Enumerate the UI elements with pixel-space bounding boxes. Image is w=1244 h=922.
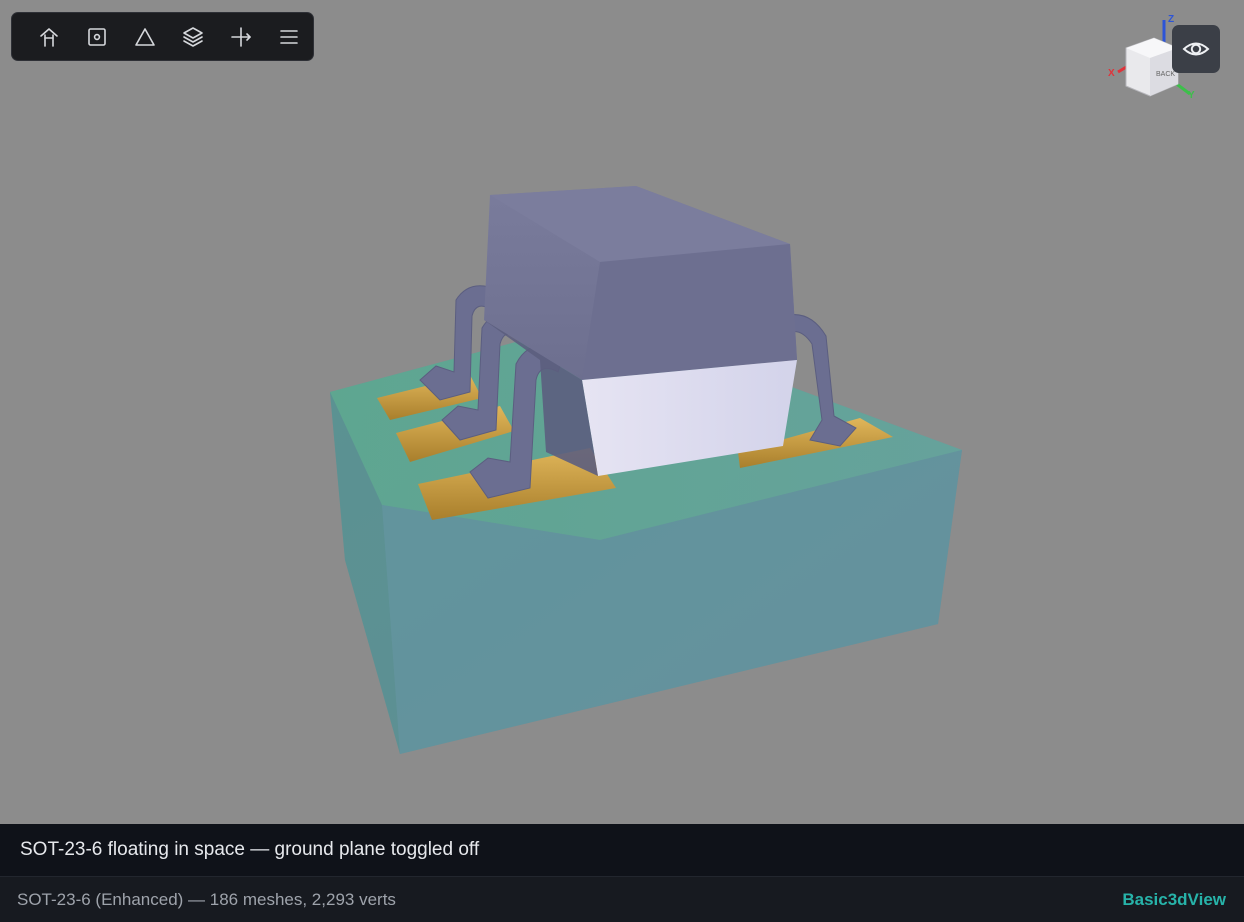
axes-button[interactable] bbox=[217, 15, 265, 59]
model-info: SOT-23-6 (Enhanced) — 186 meshes, 2,293 … bbox=[17, 889, 396, 909]
layers-icon bbox=[183, 26, 203, 47]
square-view-icon bbox=[88, 27, 106, 46]
status-bar: SOT-23-6 (Enhanced) — 186 meshes, 2,293 … bbox=[0, 876, 1244, 922]
eye-icon bbox=[1182, 42, 1210, 56]
y-axis-label: Y bbox=[1188, 90, 1195, 101]
visibility-toggle-button[interactable] bbox=[1172, 25, 1220, 73]
layers-button[interactable] bbox=[169, 15, 217, 59]
brand-label: Basic3dView bbox=[1122, 889, 1226, 909]
triangle-icon bbox=[135, 27, 155, 46]
home-icon bbox=[40, 27, 58, 47]
top-view-button[interactable] bbox=[73, 15, 121, 59]
menu-icon bbox=[280, 29, 298, 44]
home-button[interactable] bbox=[25, 15, 73, 59]
wireframe-button[interactable] bbox=[121, 15, 169, 59]
menu-button[interactable] bbox=[265, 15, 313, 59]
view-cube-face-label: BACK bbox=[1156, 71, 1175, 78]
axis-icon bbox=[231, 26, 251, 47]
viewer-toolbar bbox=[11, 12, 314, 61]
3d-scene[interactable] bbox=[0, 0, 1244, 824]
z-axis-label: Z bbox=[1168, 14, 1174, 25]
view-caption: SOT-23-6 floating in space — ground plan… bbox=[0, 824, 1244, 876]
x-axis-label: X bbox=[1108, 68, 1115, 79]
3d-viewport[interactable]: X Y Z BACK bbox=[0, 0, 1244, 824]
